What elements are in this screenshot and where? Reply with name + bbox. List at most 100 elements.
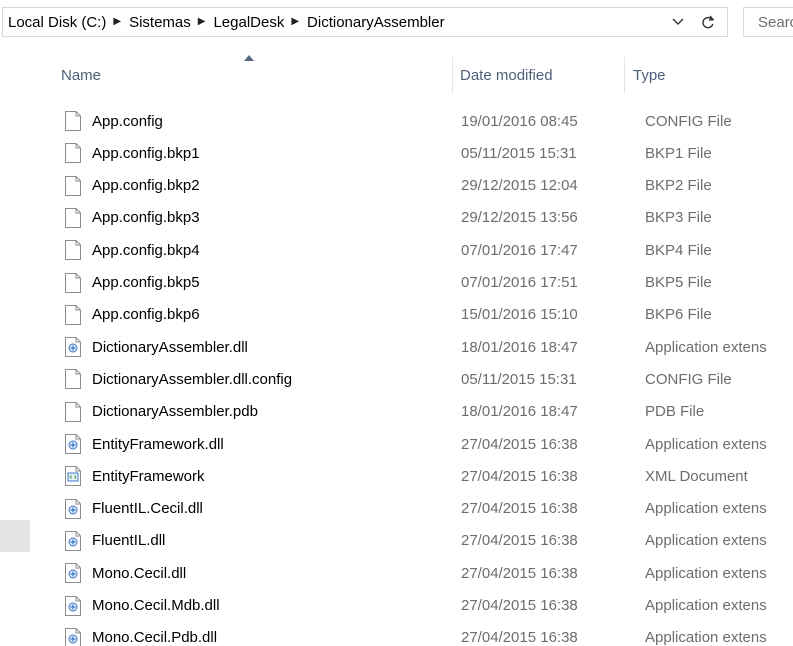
blank-file-icon [63,175,83,197]
blank-file-icon [63,304,83,326]
file-row[interactable]: Mono.Cecil.dll 27/04/2015 16:38 Applicatio… [37,557,793,589]
file-type: Application extens [645,629,767,646]
file-date-modified: 27/04/2015 16:38 [461,532,578,550]
file-name: App.config.bkp5 [92,274,200,291]
dll-file-icon [63,336,83,358]
xml-file-icon [63,465,83,487]
chevron-down-icon[interactable] [670,14,686,30]
dll-file-icon [63,498,83,520]
file-name-cell[interactable]: App.config.bkp6 [63,299,200,331]
file-row[interactable]: App.config.bkp5 07/01/2016 17:51 BKP5 File [37,267,793,299]
breadcrumb-sistemas[interactable]: Sistemas [124,14,195,31]
file-name-cell[interactable]: Mono.Cecil.Pdb.dll [63,622,217,646]
file-name: App.config.bkp6 [92,306,200,324]
file-type: Application extens [645,597,767,614]
file-row[interactable]: Mono.Cecil.Mdb.dll 27/04/2015 16:38 Applic… [37,590,793,622]
file-name: Mono.Cecil.Mdb.dll [92,597,220,614]
breadcrumb-legaldesk[interactable]: LegalDesk [208,14,288,31]
column-header-type[interactable]: Type [625,57,793,93]
breadcrumb-dictionaryassembler[interactable]: DictionaryAssembler [302,14,449,31]
column-header-date-label: Date modified [460,66,553,84]
file-name-cell[interactable]: FluentIL.Cecil.dll [63,493,203,525]
search-placeholder: Search [758,13,793,31]
file-row[interactable]: App.config.bkp6 15/01/2016 15:10 BKP6 File [37,299,793,331]
file-name-cell[interactable]: EntityFramework [63,460,205,492]
file-type: BKP6 File [645,306,712,324]
file-row[interactable]: FluentIL.dll 27/04/2015 16:38 Application … [37,525,793,557]
file-name-cell[interactable]: App.config.bkp1 [63,137,200,169]
refresh-icon[interactable] [696,11,720,33]
file-date-modified: 07/01/2016 17:51 [461,274,578,291]
file-date-modified: 18/01/2016 18:47 [461,338,578,356]
dll-file-icon [63,562,83,584]
search-input[interactable]: Search [743,7,793,37]
file-row[interactable]: Mono.Cecil.Pdb.dll 27/04/2015 16:38 Applic… [37,622,793,646]
file-name-cell[interactable]: App.config.bkp2 [63,170,200,202]
column-header-date[interactable]: Date modified [453,57,625,93]
breadcrumb-separator-icon[interactable]: ▶ [195,17,209,27]
file-row[interactable]: App.config 19/01/2016 08:45 CONFIG File [37,105,793,137]
file-name-cell[interactable]: EntityFramework.dll [63,428,224,460]
file-type: CONFIG File [645,112,732,130]
file-type: Application extens [645,338,767,356]
navigation-pane[interactable] [0,44,36,646]
file-row[interactable]: DictionaryAssembler.dll.config 05/11/2015… [37,363,793,395]
navigation-pane-selected-item[interactable] [0,520,30,552]
file-type: CONFIG File [645,370,732,388]
file-type: XML Document [645,467,748,485]
file-row[interactable]: App.config.bkp1 05/11/2015 15:31 BKP1 File [37,137,793,169]
file-name-cell[interactable]: App.config.bkp3 [63,202,200,234]
file-row[interactable]: EntityFramework 27/04/2015 16:38 XML Docum… [37,460,793,492]
file-row[interactable]: DictionaryAssembler.pdb 18/01/2016 18:47 P… [37,396,793,428]
breadcrumb-separator-icon[interactable]: ▶ [110,17,124,27]
breadcrumb-local-disk[interactable]: Local Disk (C:) [3,14,110,31]
file-name: App.config.bkp3 [92,209,200,227]
file-name: FluentIL.dll [92,532,166,550]
file-type: BKP1 File [645,144,712,162]
column-header-name[interactable]: Name [37,55,453,93]
file-name-cell[interactable]: Mono.Cecil.dll [63,557,186,589]
file-name: Mono.Cecil.dll [92,564,187,582]
file-type: Application extens [645,564,767,582]
file-type: Application extens [645,500,767,518]
file-type: PDB File [645,403,705,421]
column-header-type-label: Type [633,66,666,84]
file-name-cell[interactable]: App.config [63,105,163,137]
dll-file-icon [63,627,83,646]
file-date-modified: 27/04/2015 16:38 [461,435,578,453]
column-headers: Name Date modified Type [37,55,793,93]
file-row[interactable]: FluentIL.Cecil.dll 27/04/2015 16:38 Applic… [37,493,793,525]
file-name-cell[interactable]: App.config.bkp4 [63,234,200,266]
file-row[interactable]: DictionaryAssembler.dll 18/01/2016 18:47 A… [37,331,793,363]
file-name-cell[interactable]: Mono.Cecil.Mdb.dll [63,590,220,622]
file-row[interactable]: App.config.bkp2 29/12/2015 12:04 BKP2 File [37,170,793,202]
file-type: BKP2 File [645,177,712,195]
address-bar-row: Local Disk (C:) ▶ Sistemas ▶ LegalDesk ▶… [0,0,793,44]
blank-file-icon [63,207,83,229]
file-name-cell[interactable]: App.config.bkp5 [63,267,200,299]
file-name: DictionaryAssembler.dll [92,338,248,356]
file-name-cell[interactable]: FluentIL.dll [63,525,165,557]
file-date-modified: 27/04/2015 16:38 [461,597,578,614]
blank-file-icon [63,239,83,261]
dll-file-icon [63,595,83,617]
file-name-cell[interactable]: DictionaryAssembler.dll [63,331,248,363]
file-row[interactable]: EntityFramework.dll 27/04/2015 16:38 Appli… [37,428,793,460]
blank-file-icon [63,272,83,294]
file-type: BKP5 File [645,274,712,291]
file-date-modified: 19/01/2016 08:45 [461,112,578,130]
file-name-cell[interactable]: DictionaryAssembler.pdb [63,396,258,428]
file-name-cell[interactable]: DictionaryAssembler.dll.config [63,363,292,395]
file-date-modified: 05/11/2015 15:31 [461,370,577,388]
file-date-modified: 29/12/2015 13:56 [461,209,578,227]
breadcrumb[interactable]: Local Disk (C:) ▶ Sistemas ▶ LegalDesk ▶… [2,7,727,37]
breadcrumb-separator-icon[interactable]: ▶ [288,17,302,27]
file-name: Mono.Cecil.Pdb.dll [92,629,218,646]
file-name: EntityFramework.dll [92,435,224,453]
file-date-modified: 27/04/2015 16:38 [461,500,578,518]
file-row[interactable]: App.config.bkp4 07/01/2016 17:47 BKP4 File [37,234,793,266]
file-row[interactable]: App.config.bkp3 29/12/2015 13:56 BKP3 File [37,202,793,234]
file-type: BKP3 File [645,209,712,227]
dll-file-icon [63,433,83,455]
file-name: EntityFramework [92,467,205,485]
